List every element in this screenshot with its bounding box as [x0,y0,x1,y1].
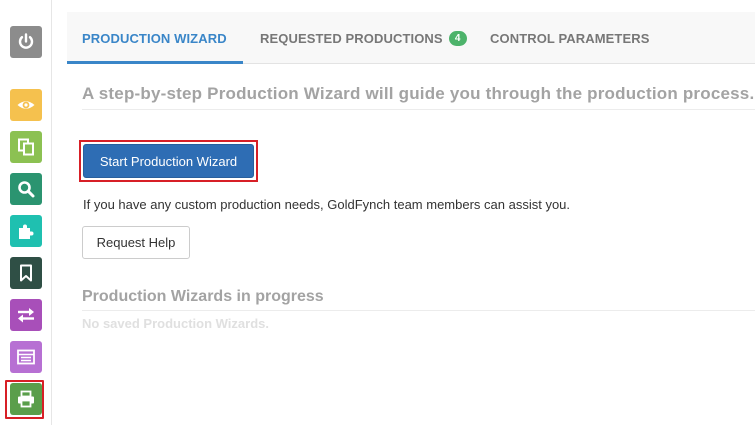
sidebar-power-button[interactable] [10,26,42,58]
help-text: If you have any custom production needs,… [83,197,571,212]
tab-control-parameters[interactable]: CONTROL PARAMETERS [490,12,650,64]
tab-production-wizard[interactable]: PRODUCTION WIZARD [82,12,227,64]
table-list-icon [17,349,35,365]
printer-icon [18,390,34,408]
eye-icon [17,101,35,109]
request-help-button[interactable]: Request Help [82,226,190,259]
search-icon [18,181,35,198]
tab-label: REQUESTED PRODUCTIONS [260,30,443,46]
tab-bar: PRODUCTION WIZARD REQUESTED PRODUCTIONS … [67,12,755,64]
in-progress-heading: Production Wizards in progress [82,288,324,305]
page-heading: A step-by-step Production Wizard will gu… [82,84,755,103]
bookmark-icon [20,264,32,282]
power-icon [18,33,34,49]
sidebar [0,0,52,425]
copy-documents-icon [18,138,34,156]
tab-requested-productions[interactable]: REQUESTED PRODUCTIONS 4 [260,12,467,64]
divider [82,109,755,110]
tab-label: PRODUCTION WIZARD [82,30,227,46]
divider [82,310,755,311]
sidebar-table-button[interactable] [10,341,42,373]
start-production-wizard-button[interactable]: Start Production Wizard [83,144,254,178]
tab-label: CONTROL PARAMETERS [490,30,650,46]
sidebar-transfer-button[interactable] [10,299,42,331]
sidebar-bookmarks-button[interactable] [10,257,42,289]
active-tab-indicator [67,61,243,64]
requested-count-badge: 4 [448,30,467,46]
sidebar-search-button[interactable] [10,173,42,205]
sidebar-view-button[interactable] [10,89,42,121]
main-panel: PRODUCTION WIZARD REQUESTED PRODUCTIONS … [67,12,755,425]
puzzle-icon [19,224,34,239]
sidebar-documents-button[interactable] [10,131,42,163]
sidebar-plugins-button[interactable] [10,215,42,247]
transfer-arrows-icon [18,308,34,323]
empty-state-text: No saved Production Wizards. [82,316,269,331]
sidebar-productions-button[interactable] [10,383,42,415]
